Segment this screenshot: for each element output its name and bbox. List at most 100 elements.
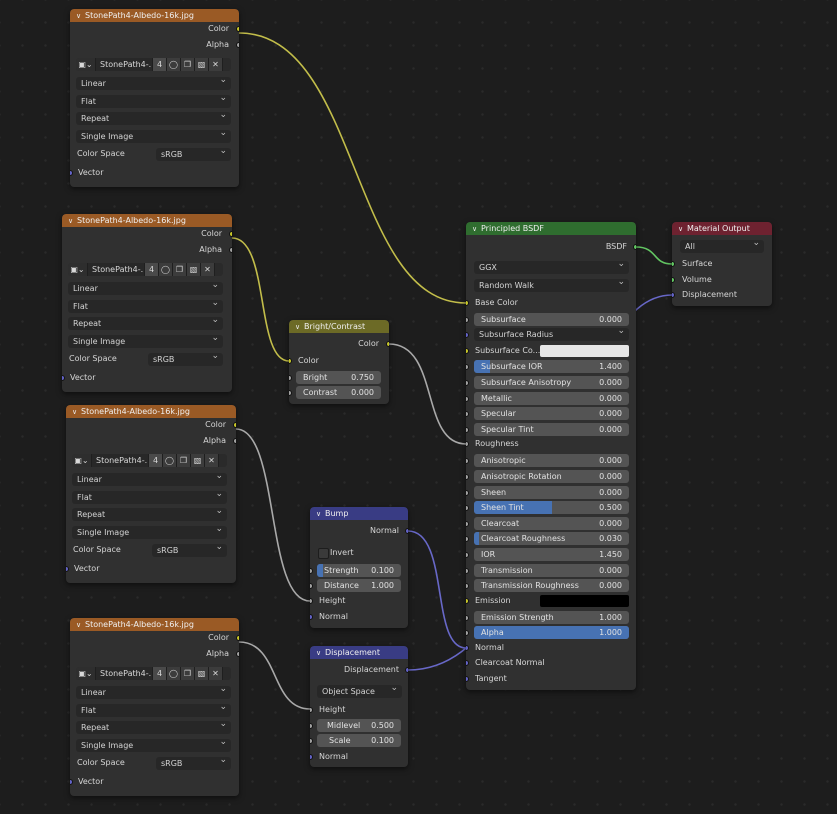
image-users-count[interactable]: 4 (153, 58, 167, 71)
clearcoat-roughness-field[interactable]: Clearcoat Roughness 0.030 (474, 532, 629, 545)
image-texture-node-2[interactable]: ∨ StonePath4-Albedo-16k.jpg Color Alpha ▣… (62, 214, 232, 392)
input-transmission-roughness-socket[interactable] (466, 583, 469, 589)
close-icon[interactable]: ✕ (201, 263, 215, 276)
node-header[interactable]: ∨ StonePath4-Albedo-16k.jpg (70, 9, 239, 22)
shield-icon[interactable]: ◯ (163, 454, 177, 467)
strength-field[interactable]: Strength 0.100 (317, 564, 401, 577)
image-name-field[interactable]: StonePath4-... (92, 454, 149, 467)
input-height-socket[interactable] (310, 598, 313, 604)
input-alpha-socket[interactable] (466, 630, 469, 636)
interpolation-dropdown[interactable]: Linear (68, 282, 223, 295)
node-header[interactable]: ∨ Bright/Contrast (289, 320, 389, 333)
target-dropdown[interactable]: All (680, 240, 764, 253)
scale-field[interactable]: Scale 0.100 (317, 734, 401, 747)
principled-bsdf-node[interactable]: ∨Principled BSDF BSDF GGX Random Walk Ba… (466, 222, 636, 690)
anisotropic-rotation-field[interactable]: Anisotropic Rotation 0.000 (474, 470, 629, 483)
input-transmission-socket[interactable] (466, 568, 469, 574)
image-texture-node-1[interactable]: ∨ StonePath4-Albedo-16k.jpg Color Alpha ▣… (70, 9, 239, 187)
input-sheen-tint-socket[interactable] (466, 505, 469, 511)
folder-icon[interactable]: ▧ (195, 667, 209, 680)
input-specular-socket[interactable] (466, 411, 469, 417)
input-vector-socket[interactable] (66, 566, 69, 572)
node-header[interactable]: ∨ Displacement (310, 646, 408, 659)
source-dropdown[interactable]: Single Image (72, 526, 227, 539)
extension-dropdown[interactable]: Repeat (68, 317, 223, 330)
input-specular-tint-socket[interactable] (466, 427, 469, 433)
color-space-dropdown[interactable]: sRGB (152, 544, 227, 557)
projection-dropdown[interactable]: Flat (76, 95, 231, 108)
node-header[interactable]: ∨ StonePath4-Albedo-16k.jpg (66, 405, 236, 418)
anisotropic-field[interactable]: Anisotropic 0.000 (474, 454, 629, 467)
input-sheen-socket[interactable] (466, 490, 469, 496)
image-browse-icon[interactable]: ▣⌄ (76, 667, 96, 680)
source-dropdown[interactable]: Single Image (68, 335, 223, 348)
input-surface-socket[interactable] (672, 261, 675, 267)
material-output-node[interactable]: ∨Material Output All Surface Volume Disp… (672, 222, 772, 306)
image-selector[interactable]: ▣⌄ StonePath4-... 4 ◯ ❐ ▧ ✕ (76, 667, 231, 680)
input-emission-strength-socket[interactable] (466, 615, 469, 621)
input-ior-socket[interactable] (466, 552, 469, 558)
input-height-socket[interactable] (310, 707, 313, 713)
collapse-chevron-icon[interactable]: ∨ (295, 321, 304, 333)
input-emission-socket[interactable] (466, 598, 469, 604)
metallic-field[interactable]: Metallic 0.000 (474, 392, 629, 405)
output-color-socket[interactable] (233, 422, 236, 428)
subsurface-method-dropdown[interactable]: Random Walk (474, 279, 629, 292)
folder-icon[interactable]: ▧ (187, 263, 201, 276)
color-space-dropdown[interactable]: sRGB (148, 353, 223, 366)
output-color-socket[interactable] (236, 635, 239, 641)
input-normal-socket[interactable] (466, 645, 469, 651)
input-vector-socket[interactable] (62, 375, 65, 381)
interpolation-dropdown[interactable]: Linear (76, 77, 231, 90)
color-space-dropdown[interactable]: sRGB (156, 757, 231, 770)
input-displacement-socket[interactable] (672, 292, 675, 298)
input-contrast-socket[interactable] (289, 390, 292, 396)
input-bright-socket[interactable] (289, 375, 292, 381)
input-anisotropic-socket[interactable] (466, 458, 469, 464)
image-name-field[interactable]: StonePath4-... (96, 58, 153, 71)
image-users-count[interactable]: 4 (153, 667, 167, 680)
subsurface-color-swatch[interactable] (540, 345, 629, 357)
output-color-socket[interactable] (229, 231, 232, 237)
ior-field[interactable]: IOR 1.450 (474, 548, 629, 561)
subsurface-anisotropy-field[interactable]: Subsurface Anisotropy 0.000 (474, 376, 629, 389)
subsurface-radius-dropdown[interactable]: Subsurface Radius (474, 328, 629, 341)
collapse-chevron-icon[interactable]: ∨ (316, 508, 325, 520)
input-clearcoat-roughness-socket[interactable] (466, 536, 469, 542)
input-subsurface-ior-socket[interactable] (466, 364, 469, 370)
image-texture-node-4[interactable]: ∨ StonePath4-Albedo-16k.jpg Color Alpha ▣… (70, 618, 239, 796)
emission-strength-field[interactable]: Emission Strength 1.000 (474, 611, 629, 624)
shield-icon[interactable]: ◯ (167, 58, 181, 71)
midlevel-field[interactable]: Midlevel 0.500 (317, 719, 401, 732)
distribution-dropdown[interactable]: GGX (474, 261, 629, 274)
image-users-count[interactable]: 4 (149, 454, 163, 467)
input-clearcoat-normal-socket[interactable] (466, 660, 469, 666)
bright-contrast-node[interactable]: ∨ Bright/Contrast Color Color Bright 0.750… (289, 320, 389, 404)
image-name-field[interactable]: StonePath4-... (96, 667, 153, 680)
displacement-node[interactable]: ∨ Displacement Displacement Object Space … (310, 646, 408, 767)
distance-field[interactable]: Distance 1.000 (317, 579, 401, 592)
bright-field[interactable]: Bright 0.750 (296, 371, 381, 384)
node-header[interactable]: ∨ Bump (310, 507, 408, 520)
clearcoat-field[interactable]: Clearcoat 0.000 (474, 517, 629, 530)
transmission-field[interactable]: Transmission 0.000 (474, 564, 629, 577)
folder-icon[interactable]: ▧ (191, 454, 205, 467)
duplicate-icon[interactable]: ❐ (181, 58, 195, 71)
input-color-socket[interactable] (289, 358, 292, 364)
space-dropdown[interactable]: Object Space (317, 685, 402, 698)
input-midlevel-socket[interactable] (310, 723, 313, 729)
collapse-chevron-icon[interactable]: ∨ (76, 10, 85, 22)
image-browse-icon[interactable]: ▣⌄ (72, 454, 92, 467)
close-icon[interactable]: ✕ (205, 454, 219, 467)
folder-icon[interactable]: ▧ (195, 58, 209, 71)
output-alpha-socket[interactable] (236, 651, 239, 657)
subsurface-ior-field[interactable]: Subsurface IOR 1.400 (474, 360, 629, 373)
input-anisotropic-rotation-socket[interactable] (466, 474, 469, 480)
input-distance-socket[interactable] (310, 583, 313, 589)
image-browse-icon[interactable]: ▣⌄ (76, 58, 96, 71)
output-alpha-socket[interactable] (233, 438, 236, 444)
specular-field[interactable]: Specular 0.000 (474, 407, 629, 420)
output-displacement-socket[interactable] (405, 667, 408, 673)
shield-icon[interactable]: ◯ (167, 667, 181, 680)
output-color-socket[interactable] (386, 341, 389, 347)
